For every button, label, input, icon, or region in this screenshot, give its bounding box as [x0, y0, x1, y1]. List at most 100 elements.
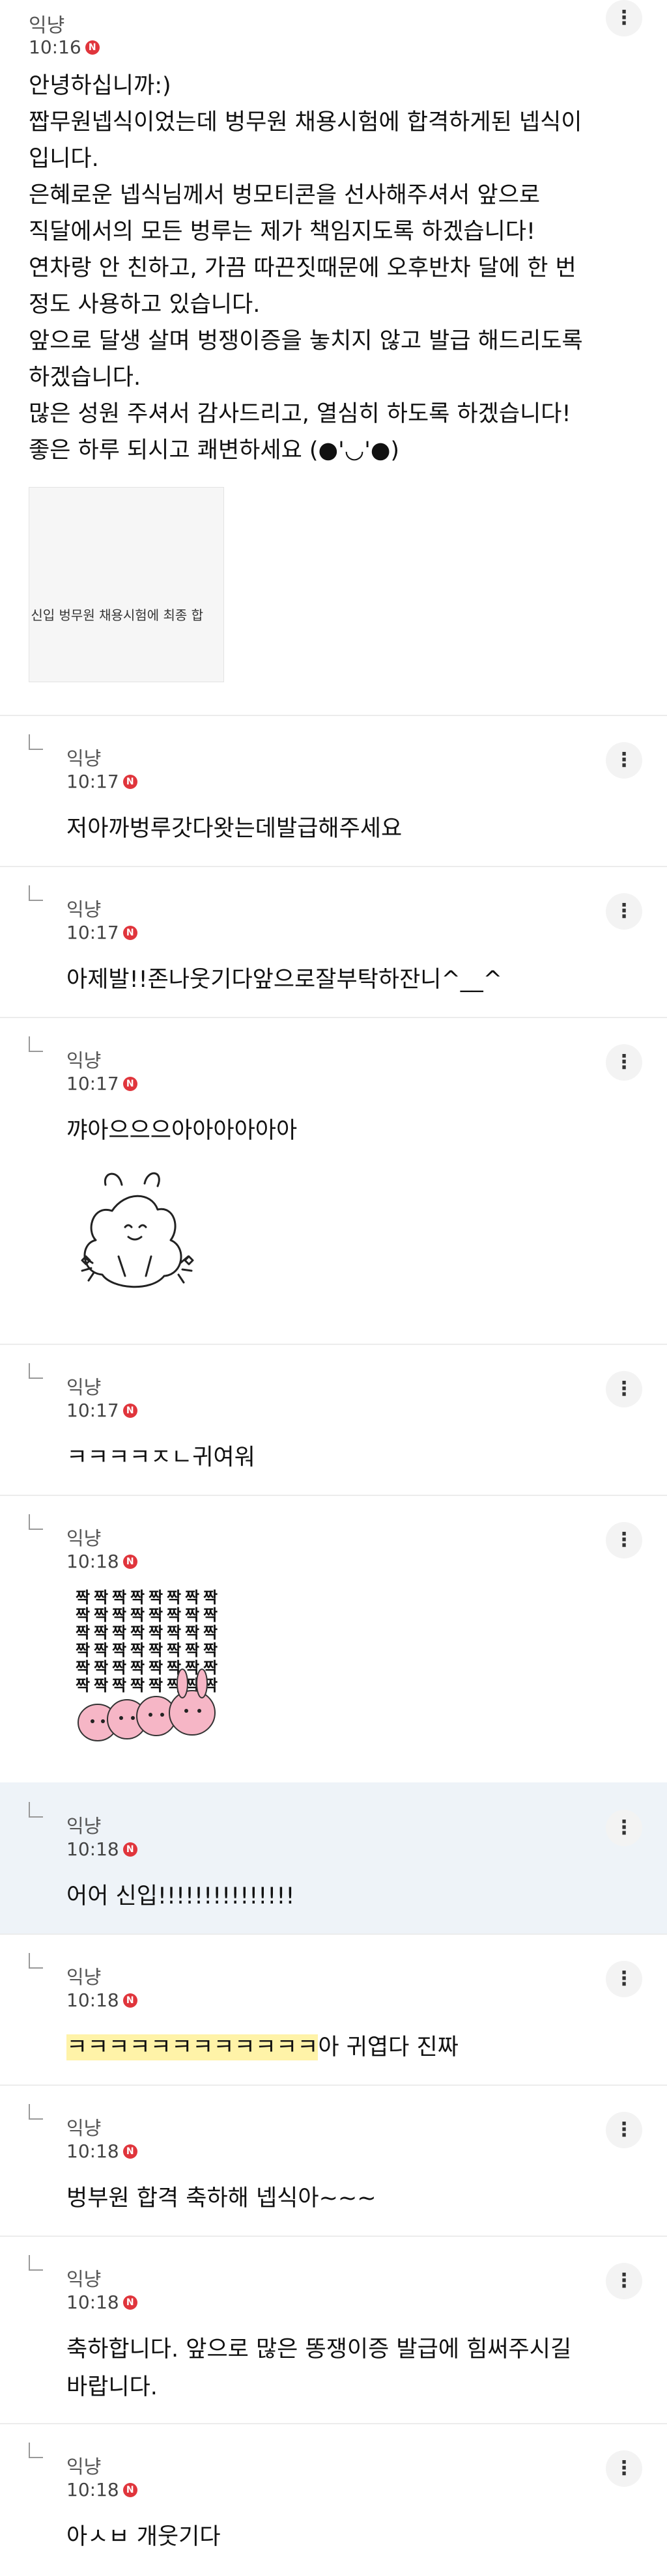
clap-word: 짝	[94, 1676, 108, 1695]
comment: 익냥 10:17 N ⋮ 꺄아으으으아아아아아아	[0, 1017, 667, 1345]
cheering-bunny-sticker	[66, 1165, 210, 1305]
comment-time: 10:17 N	[66, 1073, 137, 1094]
comment-author: 익냥	[66, 1527, 102, 1549]
comment-highlighted: 익냥 10:18 N ⋮ 어어 신입!!!!!!!!!!!!!!!	[0, 1782, 667, 1935]
comment-author: 익냥	[66, 1049, 102, 1072]
post-time: 10:16 N	[29, 36, 100, 58]
comment-text: 어어 신입!!!!!!!!!!!!!!!	[66, 1877, 588, 1915]
clap-word: 짝	[130, 1624, 145, 1642]
comment-time-text: 10:18	[66, 1551, 119, 1572]
comment-time: 10:17 N	[66, 771, 137, 792]
more-vertical-icon: ⋮	[614, 2457, 634, 2480]
comment-author: 익냥	[66, 1815, 102, 1837]
comment-more-button[interactable]: ⋮	[606, 1961, 642, 1997]
comment-time-text: 10:17	[66, 922, 119, 943]
reply-arrow-icon	[29, 2104, 43, 2120]
more-vertical-icon: ⋮	[614, 1529, 634, 1551]
comment-text: ㅋㅋㅋㅋㅋㅋㅋㅋㅋㅋㅋㅋ아 귀엽다 진짜	[66, 2029, 588, 2066]
new-badge: N	[122, 1993, 137, 2008]
comment-author: 익냥	[66, 1376, 102, 1398]
comment-more-button[interactable]: ⋮	[606, 2450, 642, 2487]
new-badge: N	[122, 925, 137, 940]
post-line: 짭무원넵식이었는데 벙무원 채용시험에 합격하게된 넵식이	[29, 109, 582, 135]
clap-word: 짝	[76, 1588, 90, 1607]
post: 익냥 10:16 N ⋮ 안녕하십니까:) 짭무원넵식이었는데 벙무원 채용시험…	[0, 0, 667, 716]
post-line: 앞으로 달생 살며 벙쟁이증을 놓치지 않고 발급 해드리도록	[29, 328, 583, 354]
clap-word: 짝	[76, 1624, 90, 1642]
clap-word: 짝	[149, 1676, 163, 1695]
clap-word: 짝	[203, 1588, 218, 1607]
more-vertical-icon: ⋮	[614, 1967, 634, 1990]
post-line: 안녕하십니까:)	[29, 73, 171, 99]
comment-author: 익냥	[66, 2268, 102, 2290]
comment-time: 10:17 N	[66, 922, 137, 943]
clap-word: 짝	[112, 1606, 126, 1624]
clap-word: 짝	[130, 1659, 145, 1677]
comment-line: 꺄아으으으아아아아아아	[66, 1118, 298, 1144]
clap-word: 짝	[112, 1641, 126, 1659]
clap-word: 짝	[94, 1624, 108, 1642]
comment-more-button[interactable]: ⋮	[606, 1044, 642, 1081]
comment-more-button[interactable]: ⋮	[606, 1810, 642, 1846]
comment-text: ㅋㅋㅋㅋㅈㄴ귀여워	[66, 1439, 588, 1476]
post-line: 많은 성원 주셔서 감사드리고, 열심히 하도록 하겠습니다!	[29, 401, 571, 427]
clap-word: 짝	[112, 1676, 126, 1695]
reply-arrow-icon	[29, 734, 43, 750]
comment-line: 아제발!!존나웃기다앞으로잘부탁하잔니^__^	[66, 967, 503, 993]
comment-more-button[interactable]: ⋮	[606, 1371, 642, 1407]
comment-more-button[interactable]: ⋮	[606, 1522, 642, 1558]
comment-text: 아제발!!존나웃기다앞으로잘부탁하잔니^__^	[66, 961, 588, 999]
clap-word: 짝	[112, 1588, 126, 1607]
more-vertical-icon: ⋮	[614, 900, 634, 922]
clap-word: 짝	[112, 1659, 126, 1677]
post-line: 좋은 하루 되시고 쾌변하세요 (●'◡'●)	[29, 437, 400, 464]
clap-word: 짝	[167, 1606, 181, 1624]
comment-more-button[interactable]: ⋮	[606, 2263, 642, 2299]
more-vertical-icon: ⋮	[614, 7, 634, 29]
clap-word: 짝	[203, 1606, 218, 1624]
post-line: 입니다.	[29, 146, 99, 172]
new-badge: N	[122, 2482, 137, 2497]
new-badge: N	[122, 1403, 137, 1418]
clapping-bunnies-sticker: 짝짝짝짝짝짝짝짝짝짝짝짝짝짝짝짝짝짝짝짝짝짝짝짝짝짝짝짝짝짝짝짝짝짝짝짝짝짝짝짝…	[72, 1586, 228, 1751]
more-options-button[interactable]: ⋮	[606, 0, 642, 36]
comment: 익냥 10:18 N ⋮ 짝짝짝짝짝짝짝짝짝짝짝짝짝짝짝짝짝짝짝짝짝짝짝짝짝짝짝짝…	[0, 1495, 667, 1784]
comment-time: 10:18 N	[66, 1989, 137, 2011]
post-body: 안녕하십니까:) 짭무원넵식이었는데 벙무원 채용시험에 합격하게된 넵식이 입…	[29, 68, 641, 469]
clap-word: 짝	[185, 1588, 199, 1607]
new-badge: N	[122, 1076, 137, 1091]
comment: 익냥 10:18 N ⋮ 아ㅅㅂ 개웃기다	[0, 2423, 667, 2576]
clap-word: 짝	[167, 1624, 181, 1642]
comment-more-button[interactable]: ⋮	[606, 2112, 642, 2148]
comment-author: 익냥	[66, 2456, 102, 2478]
comment: 익냥 10:18 N ⋮ 벙부원 합격 축하해 넵식아~~~	[0, 2084, 667, 2237]
clap-word: 짝	[149, 1588, 163, 1607]
comment-text: 아ㅅㅂ 개웃기다	[66, 2518, 588, 2556]
clap-word: 짝	[185, 1624, 199, 1642]
reply-arrow-icon	[29, 1802, 43, 1818]
clap-word: 짝	[203, 1641, 218, 1659]
comment-time-text: 10:17	[66, 1400, 119, 1421]
clap-word: 짝	[76, 1641, 90, 1659]
clap-word: 짝	[130, 1676, 145, 1695]
comment-more-button[interactable]: ⋮	[606, 893, 642, 930]
post-line: 은혜로운 넵식님께서 벙모티콘을 선사해주셔서 앞으로	[29, 182, 541, 208]
clap-word: 짝	[94, 1659, 108, 1677]
comment-time: 10:17 N	[66, 1400, 137, 1421]
clap-sticker-image: 짝 짝 짝 짝 짝 짝 짝 짝짝 짝 짝 짝 짝 짝 짝 짝짝 짝 짝 짝 짝 짝 짝 짝짝 짝 짝 짝 짝 짝 짝 짝짝 짝 짝 짝 짝 짝 짝 짝…	[76, 1588, 218, 1741]
post-line: 정도 사용하고 있습니다.	[29, 292, 261, 318]
post-image-thumbnail[interactable]: ! 신입 벙무원 채용시험에 최종 합	[29, 487, 224, 682]
comment: 익냥 10:17 N ⋮ ㅋㅋㅋㅋㅈㄴ귀여워	[0, 1344, 667, 1496]
more-vertical-icon: ⋮	[614, 1378, 634, 1400]
comment-more-button[interactable]: ⋮	[606, 742, 642, 779]
comment-author: 익냥	[66, 2117, 102, 2139]
new-badge: N	[122, 1554, 137, 1569]
comment-time-text: 10:18	[66, 2479, 119, 2500]
more-vertical-icon: ⋮	[614, 749, 634, 771]
post-line: 하겠습니다.	[29, 365, 141, 391]
new-badge: N	[122, 774, 137, 789]
new-badge: N	[85, 40, 100, 55]
clap-word: 짝	[149, 1606, 163, 1624]
comment-time-text: 10:17	[66, 771, 119, 792]
clap-word: 짝	[185, 1641, 199, 1659]
